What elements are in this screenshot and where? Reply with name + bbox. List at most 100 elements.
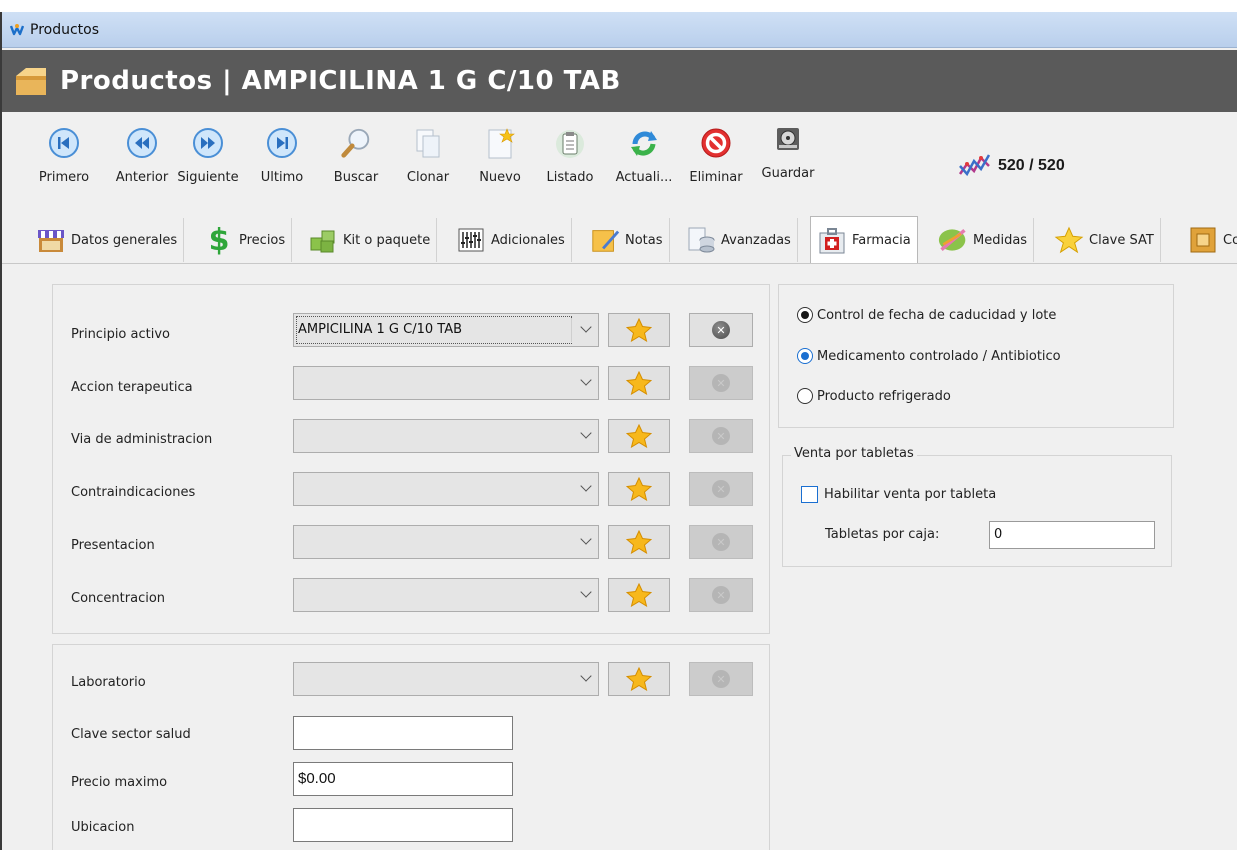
refresh-icon	[627, 126, 661, 160]
database-icon	[686, 225, 716, 255]
concentracion-clear-button[interactable]: ✕	[689, 578, 753, 612]
chart-line-icon	[958, 154, 991, 177]
first-aid-kit-icon	[817, 226, 847, 256]
concentracion-star-button[interactable]	[608, 578, 670, 612]
accion-terapeutica-combo[interactable]	[293, 366, 599, 400]
contraindicaciones-clear-button[interactable]: ✕	[689, 472, 753, 506]
via-administracion-star-button[interactable]	[608, 419, 670, 453]
tab-notas[interactable]: Notas	[584, 218, 670, 262]
contraindicaciones-star-button[interactable]	[608, 472, 670, 506]
ruler-icon	[938, 225, 968, 255]
tab-medidas[interactable]: Medidas	[932, 218, 1035, 262]
tab-farmacia[interactable]: Farmacia	[810, 216, 918, 263]
presentacion-clear-button[interactable]: ✕	[689, 525, 753, 559]
first-icon	[47, 126, 81, 160]
buscar-label: Buscar	[333, 170, 379, 185]
contraindicaciones-combo[interactable]	[293, 472, 599, 506]
precio-maximo-label: Precio maximo	[71, 775, 168, 790]
via-administracion-combo[interactable]	[293, 419, 599, 453]
copy-icon	[411, 126, 445, 160]
chevron-down-icon	[580, 480, 592, 492]
chevron-down-icon	[580, 586, 592, 598]
ubicacion-label: Ubicacion	[71, 820, 135, 835]
tabletas-por-caja-value: 0	[994, 527, 1003, 542]
medicamento-controlado-option[interactable]: Medicamento controlado / Antibiotico	[797, 348, 1061, 364]
page-title: Productos | AMPICILINA 1 G C/10 TAB	[60, 66, 621, 96]
tab-adicionales[interactable]: Adicionales	[450, 218, 572, 262]
primero-label: Primero	[38, 170, 90, 185]
dollar-icon: $	[208, 222, 230, 258]
farmacia-panel: Principio activo AMPICILINA 1 G C/10 TAB…	[2, 264, 1237, 850]
star-icon	[626, 530, 652, 554]
box-icon	[1188, 225, 1218, 255]
tab-precios[interactable]: $ Precios	[198, 218, 293, 262]
ubicacion-field[interactable]	[293, 808, 513, 842]
clipboard-list-icon	[553, 126, 587, 160]
clonar-label: Clonar	[406, 170, 450, 185]
close-icon: ✕	[712, 670, 730, 688]
clave-sector-salud-field[interactable]	[293, 716, 513, 750]
laboratorio-combo[interactable]	[293, 662, 599, 696]
tab-label: Medidas	[973, 232, 1028, 248]
tabletas-por-caja-field[interactable]: 0	[989, 521, 1155, 549]
star-icon	[626, 318, 652, 342]
chevron-down-icon	[580, 374, 592, 386]
accion-terapeutica-clear-button[interactable]: ✕	[689, 366, 753, 400]
laboratorio-star-button[interactable]	[608, 662, 670, 696]
producto-refrigerado-label: Producto refrigerado	[817, 388, 951, 404]
tab-label: Precios	[239, 232, 286, 248]
listado-label: Listado	[546, 170, 594, 185]
producto-refrigerado-option[interactable]: Producto refrigerado	[797, 388, 951, 404]
ultimo-label: Ultimo	[260, 170, 304, 185]
star-icon	[626, 583, 652, 607]
contraindicaciones-label: Contraindicaciones	[71, 485, 196, 500]
record-counter: 520 / 520	[958, 152, 1065, 180]
laboratorio-clear-button[interactable]: ✕	[689, 662, 753, 696]
previous-icon	[125, 126, 159, 160]
chevron-down-icon	[580, 427, 592, 439]
laboratorio-group: Laboratorio ✕ Clave sector salud Precio …	[52, 644, 770, 850]
guardar-button[interactable]: Guardar	[746, 126, 830, 181]
via-administracion-label: Via de administracion	[71, 432, 213, 447]
anterior-label: Anterior	[115, 170, 169, 185]
tab-avanzadas[interactable]: Avanzadas	[680, 218, 798, 262]
principio-activo-clear-button[interactable]: ✕	[689, 313, 753, 347]
radio-unselected	[797, 388, 813, 404]
tab-clave-sat[interactable]: Clave SAT	[1048, 218, 1161, 262]
principio-activo-star-button[interactable]	[608, 313, 670, 347]
tabletas-por-caja-label: Tabletas por caja:	[825, 527, 940, 542]
control-caducidad-option[interactable]: Control de fecha de caducidad y lote	[797, 307, 1056, 323]
concentracion-combo[interactable]	[293, 578, 599, 612]
window-title: Productos	[30, 21, 100, 38]
close-icon: ✕	[712, 321, 730, 339]
tab-datos-generales[interactable]: Datos generales	[30, 218, 185, 262]
cubes-icon	[308, 225, 338, 255]
presentacion-combo[interactable]	[293, 525, 599, 559]
via-administracion-clear-button[interactable]: ✕	[689, 419, 753, 453]
app-logo-icon	[10, 23, 24, 35]
primero-button[interactable]: Primero	[22, 126, 106, 185]
checkbox-unchecked	[801, 486, 818, 503]
listado-button[interactable]: Listado	[528, 126, 612, 185]
venta-tabletas-legend: Venta por tabletas	[791, 446, 917, 461]
combo-separator	[571, 318, 572, 342]
chevron-down-icon	[580, 321, 592, 333]
presentacion-label: Presentacion	[71, 538, 155, 553]
accion-terapeutica-star-button[interactable]	[608, 366, 670, 400]
clave-sector-salud-label: Clave sector salud	[71, 727, 191, 742]
siguiente-button[interactable]: Siguiente	[166, 126, 250, 185]
star-icon	[626, 667, 652, 691]
concentracion-label: Concentracion	[71, 591, 166, 606]
radio-selected	[797, 307, 813, 323]
habilitar-venta-tableta-checkbox[interactable]: Habilitar venta por tableta	[801, 486, 996, 503]
precio-maximo-field[interactable]: $0.00	[293, 762, 513, 796]
principio-activo-combo[interactable]: AMPICILINA 1 G C/10 TAB	[293, 313, 599, 347]
tab-co[interactable]: Co	[1182, 218, 1237, 262]
close-icon: ✕	[712, 374, 730, 392]
toolbar: Primero Anterior Siguiente Ultimo Buscar	[2, 112, 1237, 216]
tab-kit-o-paquete[interactable]: Kit o paquete	[302, 218, 438, 262]
presentacion-star-button[interactable]	[608, 525, 670, 559]
medicamento-controlado-label: Medicamento controlado / Antibiotico	[817, 348, 1061, 364]
store-icon	[36, 225, 66, 255]
ultimo-button[interactable]: Ultimo	[240, 126, 324, 185]
